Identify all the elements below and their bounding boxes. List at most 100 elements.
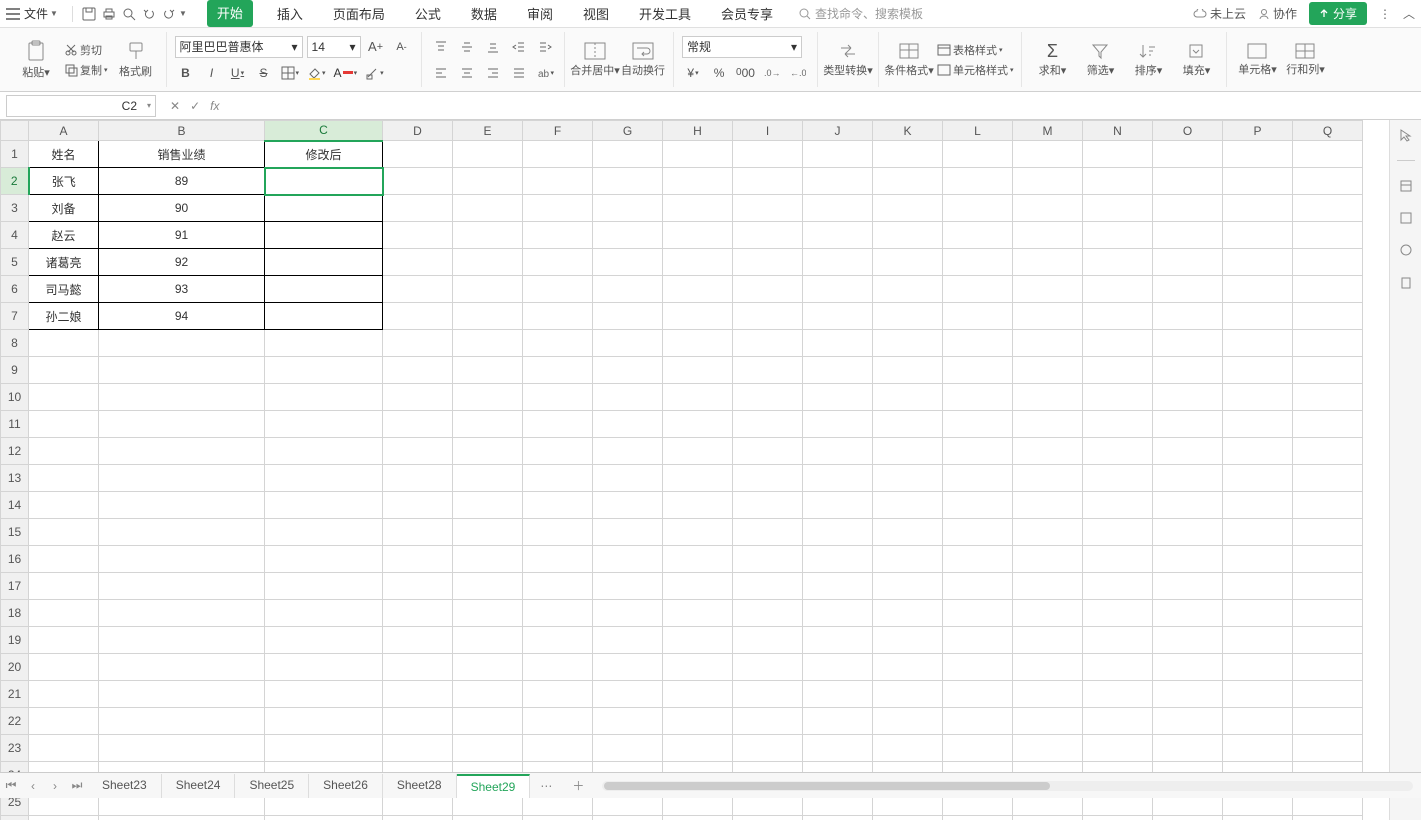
cell-B17[interactable] — [99, 573, 265, 600]
cell-Q6[interactable] — [1293, 276, 1363, 303]
cell-Q7[interactable] — [1293, 303, 1363, 330]
cell-J1[interactable] — [803, 141, 873, 168]
fill-color-button[interactable]: ▾ — [305, 62, 328, 84]
cell-C12[interactable] — [265, 438, 383, 465]
cell-Q1[interactable] — [1293, 141, 1363, 168]
cell-I13[interactable] — [733, 465, 803, 492]
cell-E11[interactable] — [453, 411, 523, 438]
cell-K2[interactable] — [873, 168, 943, 195]
cell-B16[interactable] — [99, 546, 265, 573]
cell-O11[interactable] — [1153, 411, 1223, 438]
row-header-26[interactable]: 26 — [1, 816, 29, 820]
row-header-10[interactable]: 10 — [1, 384, 29, 411]
cell-B7[interactable]: 94 — [99, 303, 265, 330]
cell-G10[interactable] — [593, 384, 663, 411]
row-header-12[interactable]: 12 — [1, 438, 29, 465]
cell-K15[interactable] — [873, 519, 943, 546]
cell-C15[interactable] — [265, 519, 383, 546]
command-search[interactable]: 查找命令、搜索模板 — [799, 5, 923, 22]
conditional-format-button[interactable]: 条件格式▾ — [887, 32, 931, 87]
cell-F8[interactable] — [523, 330, 593, 357]
cell-J17[interactable] — [803, 573, 873, 600]
cell-G16[interactable] — [593, 546, 663, 573]
cell-J15[interactable] — [803, 519, 873, 546]
cell-H12[interactable] — [663, 438, 733, 465]
cell-E16[interactable] — [453, 546, 523, 573]
cell-A17[interactable] — [29, 573, 99, 600]
cell-P19[interactable] — [1223, 627, 1293, 654]
cell-D11[interactable] — [383, 411, 453, 438]
cell-G19[interactable] — [593, 627, 663, 654]
tab-insert[interactable]: 插入 — [271, 0, 309, 27]
col-header-B[interactable]: B — [99, 121, 265, 141]
row-header-15[interactable]: 15 — [1, 519, 29, 546]
cell-J13[interactable] — [803, 465, 873, 492]
cell-P16[interactable] — [1223, 546, 1293, 573]
cell-G4[interactable] — [593, 222, 663, 249]
cell-A13[interactable] — [29, 465, 99, 492]
col-header-H[interactable]: H — [663, 121, 733, 141]
sheet-tab-Sheet23[interactable]: Sheet23 — [88, 774, 162, 798]
cell-B3[interactable]: 90 — [99, 195, 265, 222]
cell-P2[interactable] — [1223, 168, 1293, 195]
cell-O26[interactable] — [1153, 816, 1223, 820]
cell-E19[interactable] — [453, 627, 523, 654]
cell-D23[interactable] — [383, 735, 453, 762]
cell-L4[interactable] — [943, 222, 1013, 249]
bold-button[interactable]: B — [175, 62, 197, 84]
cell-A21[interactable] — [29, 681, 99, 708]
sheet-nav-last-icon[interactable]: ⏭ — [66, 778, 88, 793]
cell-K6[interactable] — [873, 276, 943, 303]
cell-J21[interactable] — [803, 681, 873, 708]
cell-K14[interactable] — [873, 492, 943, 519]
cell-L16[interactable] — [943, 546, 1013, 573]
cell-J9[interactable] — [803, 357, 873, 384]
cell-O3[interactable] — [1153, 195, 1223, 222]
cell-B23[interactable] — [99, 735, 265, 762]
align-justify-icon[interactable] — [508, 62, 530, 84]
cell-D2[interactable] — [383, 168, 453, 195]
cell-C13[interactable] — [265, 465, 383, 492]
cell-I9[interactable] — [733, 357, 803, 384]
col-header-M[interactable]: M — [1013, 121, 1083, 141]
cell-E21[interactable] — [453, 681, 523, 708]
cell-A18[interactable] — [29, 600, 99, 627]
cell-P7[interactable] — [1223, 303, 1293, 330]
cell-A1[interactable]: 姓名 — [29, 141, 99, 168]
cell-Q16[interactable] — [1293, 546, 1363, 573]
increase-decimal-icon[interactable]: .0→ — [761, 62, 783, 84]
cell-M17[interactable] — [1013, 573, 1083, 600]
cell-J6[interactable] — [803, 276, 873, 303]
cell-N6[interactable] — [1083, 276, 1153, 303]
cell-I12[interactable] — [733, 438, 803, 465]
cell-D21[interactable] — [383, 681, 453, 708]
cell-Q8[interactable] — [1293, 330, 1363, 357]
cell-G13[interactable] — [593, 465, 663, 492]
cell-B5[interactable]: 92 — [99, 249, 265, 276]
sheet-tab-Sheet29[interactable]: Sheet29 — [457, 774, 531, 798]
preview-icon[interactable] — [119, 4, 139, 24]
cell-O23[interactable] — [1153, 735, 1223, 762]
cell-C23[interactable] — [265, 735, 383, 762]
cell-H13[interactable] — [663, 465, 733, 492]
cell-G1[interactable] — [593, 141, 663, 168]
cell-A16[interactable] — [29, 546, 99, 573]
orientation-icon[interactable]: ab▾ — [534, 62, 557, 84]
cell-L7[interactable] — [943, 303, 1013, 330]
sort-button[interactable]: 排序▾ — [1126, 32, 1170, 87]
cell-N7[interactable] — [1083, 303, 1153, 330]
cell-F16[interactable] — [523, 546, 593, 573]
more-icon[interactable]: ⋮ — [1379, 7, 1391, 21]
cell-K22[interactable] — [873, 708, 943, 735]
cell-D17[interactable] — [383, 573, 453, 600]
cell-L5[interactable] — [943, 249, 1013, 276]
cell-F19[interactable] — [523, 627, 593, 654]
font-size-select[interactable]: 14▾ — [307, 36, 361, 58]
cell-P1[interactable] — [1223, 141, 1293, 168]
cell-O15[interactable] — [1153, 519, 1223, 546]
cell-H8[interactable] — [663, 330, 733, 357]
cell-E22[interactable] — [453, 708, 523, 735]
cell-H23[interactable] — [663, 735, 733, 762]
col-header-E[interactable]: E — [453, 121, 523, 141]
cell-I26[interactable] — [733, 816, 803, 820]
